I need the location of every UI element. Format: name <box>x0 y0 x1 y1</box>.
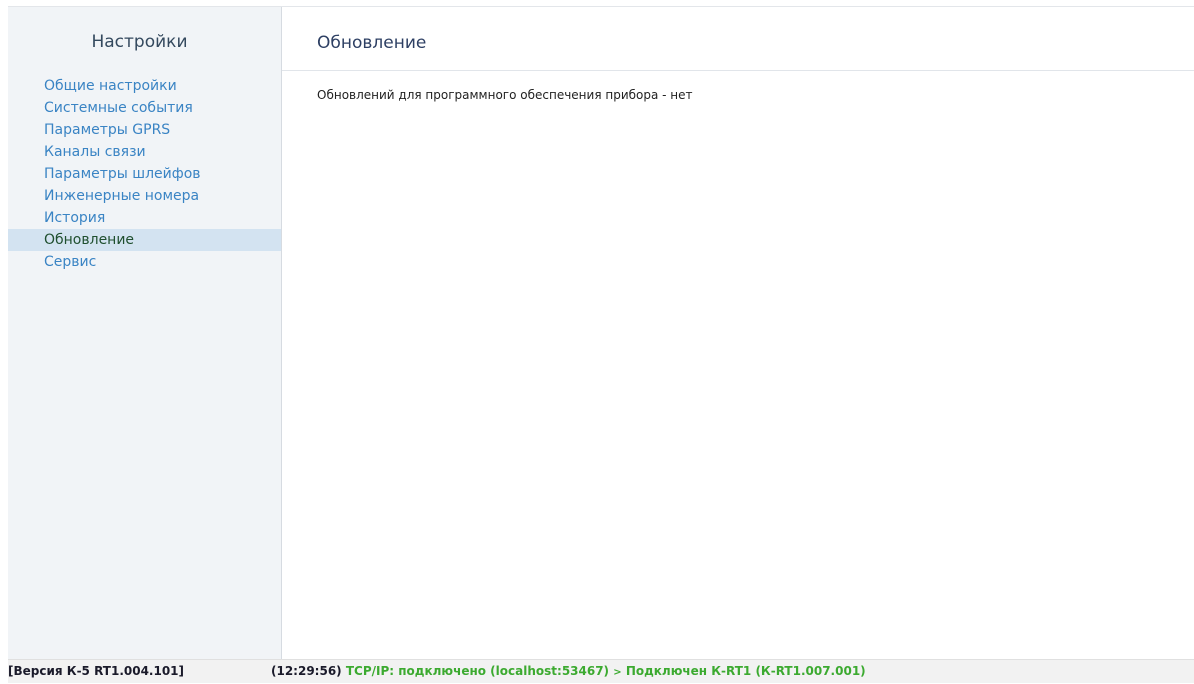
nav-item-service[interactable]: Сервис <box>8 251 281 273</box>
nav-item-loop-parameters[interactable]: Параметры шлейфов <box>8 163 281 185</box>
settings-sidebar: Настройки Общие настройки Системные собы… <box>8 7 282 659</box>
sidebar-title: Настройки <box>91 32 188 52</box>
page-title: Обновление <box>317 33 427 53</box>
nav-item-update[interactable]: Обновление <box>8 229 281 251</box>
nav-item-gprs-parameters[interactable]: Параметры GPRS <box>8 119 281 141</box>
settings-nav: Общие настройки Системные события Параме… <box>8 75 281 273</box>
update-status-message: Обновлений для программного обеспечения … <box>317 88 693 102</box>
device-status: Подключен К-RT1 (К-RT1.007.001) <box>625 664 866 678</box>
status-arrow-icon: > <box>613 667 622 678</box>
status-time: (12:29:56) <box>271 664 342 678</box>
status-bar: [Версия К-5 RT1.004.101] (12:29:56) TCP/… <box>8 659 1194 683</box>
tcp-status: TCP/IP: подключено (localhost:53467) <box>345 664 610 678</box>
connection-status: (12:29:56) TCP/IP: подключено (localhost… <box>271 660 866 684</box>
nav-item-general-settings[interactable]: Общие настройки <box>8 75 281 97</box>
nav-item-system-events[interactable]: Системные события <box>8 97 281 119</box>
nav-item-engineer-numbers[interactable]: Инженерные номера <box>8 185 281 207</box>
nav-item-history[interactable]: История <box>8 207 281 229</box>
main-panel: Обновление Обновлений для программного о… <box>282 7 1194 659</box>
main-header: Обновление <box>282 7 1194 71</box>
nav-item-communication-channels[interactable]: Каналы связи <box>8 141 281 163</box>
version-label: [Версия К-5 RT1.004.101] <box>8 664 185 678</box>
